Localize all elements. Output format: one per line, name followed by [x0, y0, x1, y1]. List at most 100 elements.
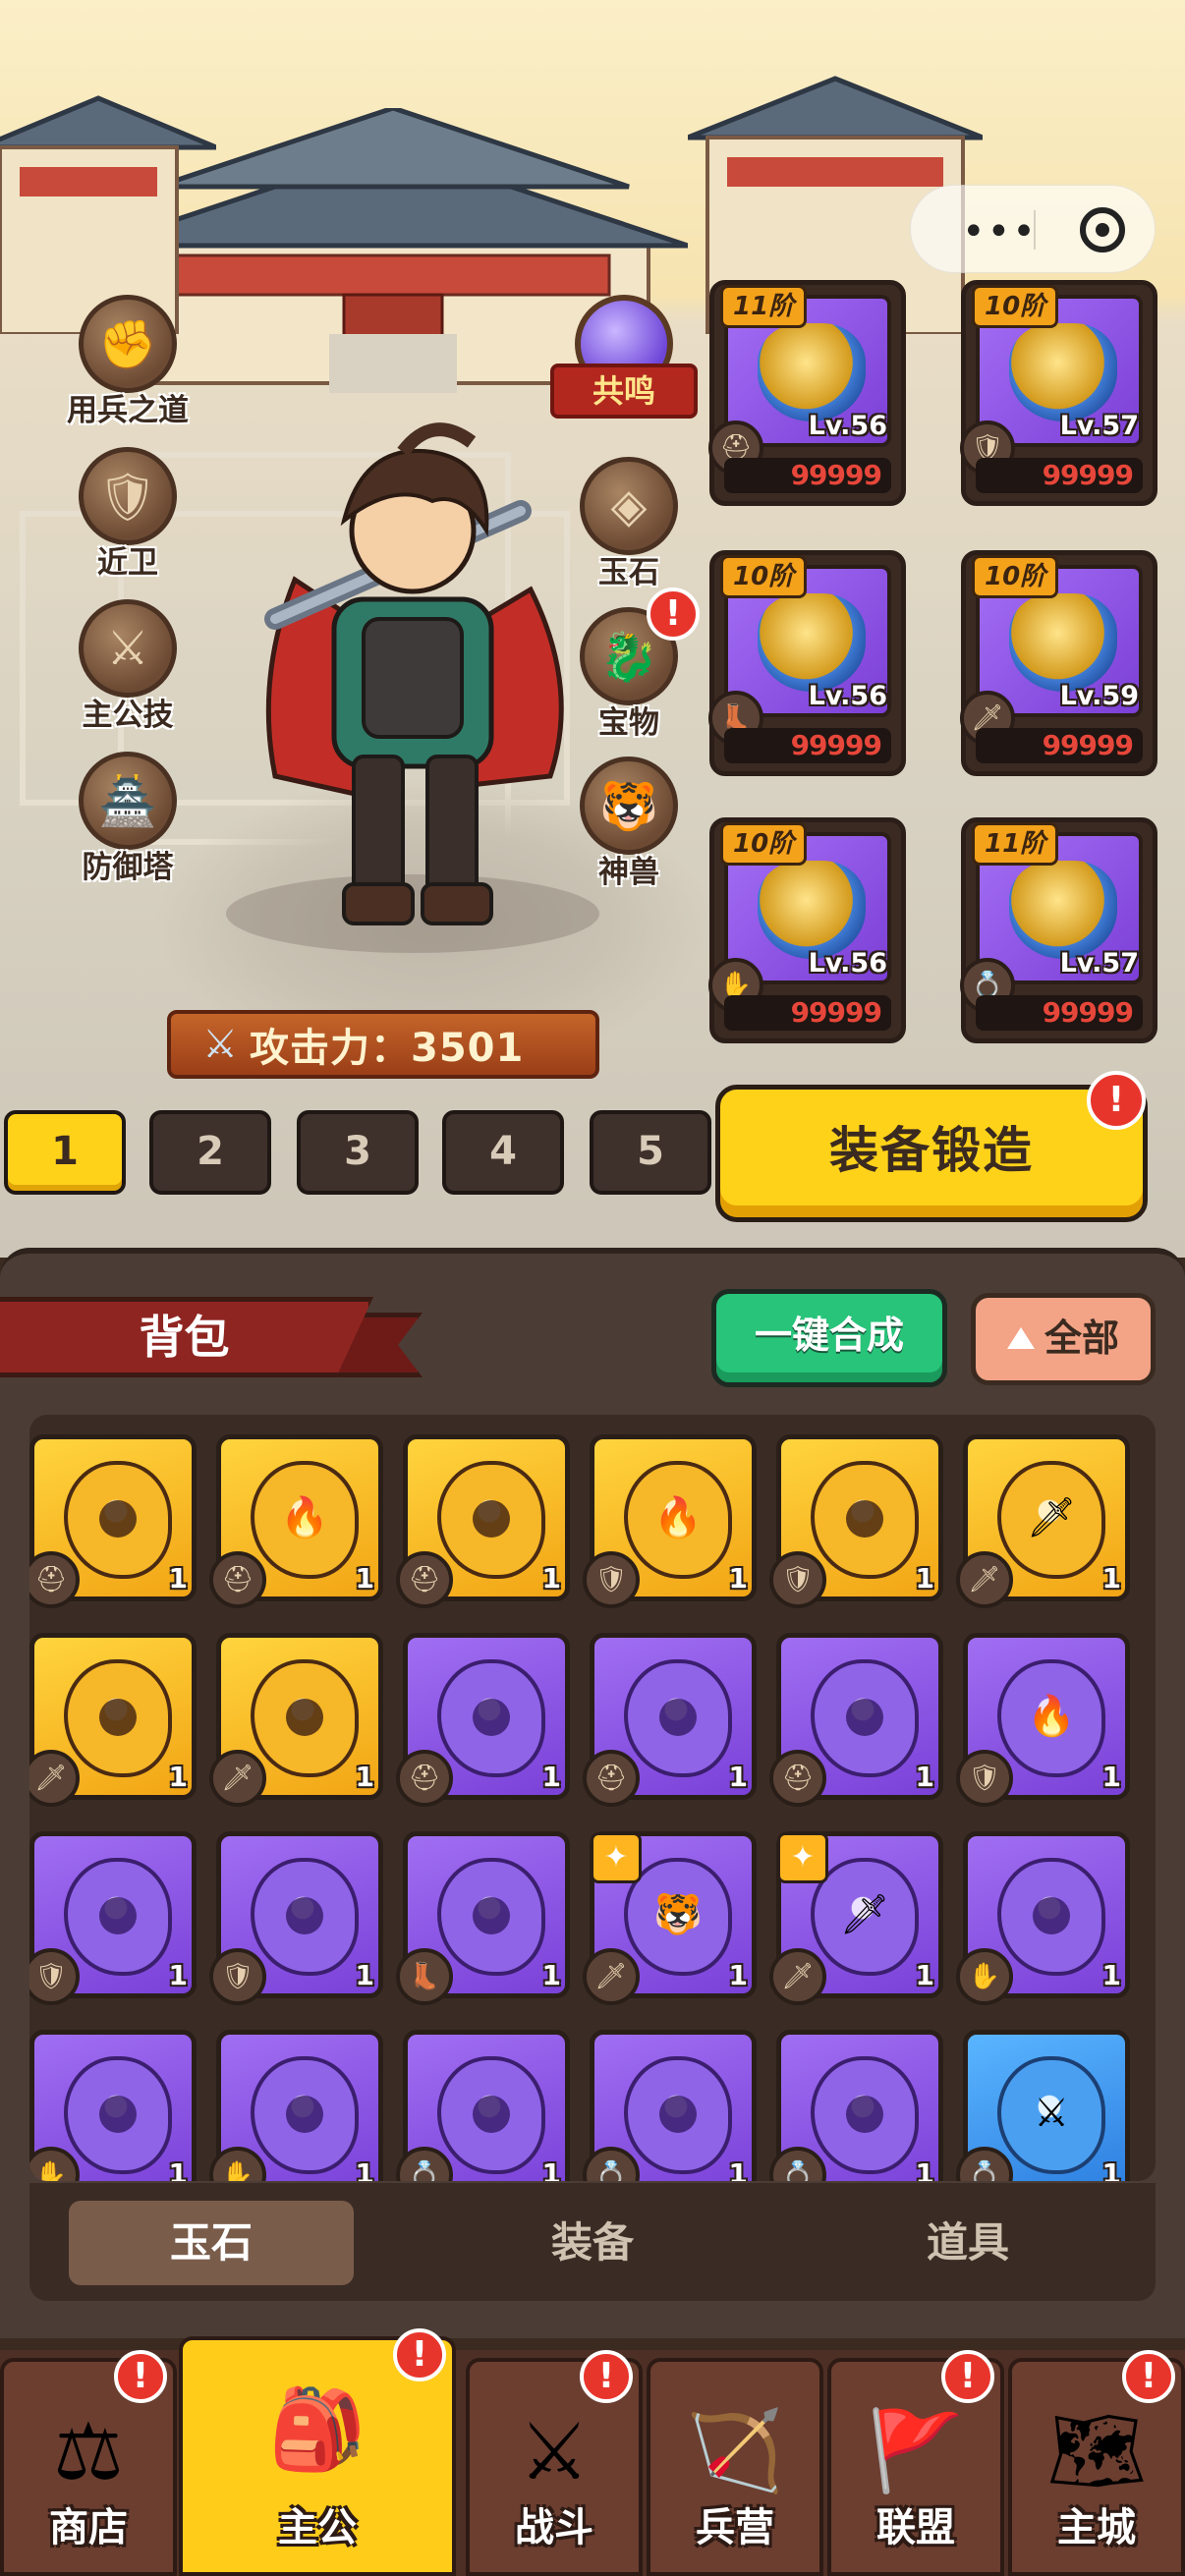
- equipment-slot-helmet[interactable]: 11阶 Lv.56 ⛑ 99999: [708, 280, 906, 506]
- equipment-tier: 11阶: [720, 285, 808, 328]
- tab-equipment[interactable]: 装备: [450, 2201, 735, 2285]
- backpack-item[interactable]: 🗡 🗡 1: [956, 1434, 1130, 1608]
- nav-barracks[interactable]: 🏹 兵营: [647, 2358, 823, 2576]
- side-button-tower[interactable]: 🏯 防御塔: [59, 752, 197, 886]
- equipment-slot-icon: 🛡: [956, 1750, 1013, 1807]
- nav-alliance[interactable]: 🚩 联盟!: [827, 2350, 1004, 2576]
- equipment-tier: 10阶: [972, 555, 1059, 598]
- jade-symbol: 🔥: [280, 1495, 329, 1540]
- backpack-item[interactable]: 🗡 1: [209, 1633, 383, 1807]
- side-button-guard[interactable]: 🛡 近卫: [59, 447, 197, 582]
- loadout-tab-2[interactable]: 2: [149, 1110, 271, 1195]
- backpack-grid[interactable]: ⛑ 1 🔥 ⛑ 1 ⛑ 1 🔥 🛡 1 🛡 1 🗡 🗡 1 🗡 1 🗡 1 ⛑ 1 ⛑ 1 ⛑ 1 🔥 🛡 1 🛡 1 🛡 1 👢 1 🐯 ✦ 🗡 1 🗡 ✦…: [29, 1415, 1156, 2181]
- item-count: 1: [541, 1761, 561, 1793]
- backpack-item[interactable]: ⛑ 1: [396, 1434, 570, 1608]
- triangle-up-icon: [1006, 1327, 1035, 1349]
- loadout-tab-1[interactable]: 1: [4, 1110, 126, 1195]
- nav-battle[interactable]: ⚔ 战斗!: [466, 2350, 643, 2576]
- equipment-score: 99999: [976, 995, 1143, 1031]
- equipment-slot-icon: 🛡: [29, 1948, 80, 2005]
- backpack-item[interactable]: ⛑ 1: [29, 1434, 197, 1608]
- jade-symbol: 🗡: [1026, 1495, 1077, 1540]
- loadout-tab-5[interactable]: 5: [590, 1110, 711, 1195]
- item-count: 1: [541, 1562, 561, 1595]
- equipment-level: Lv.56: [808, 411, 887, 441]
- jade-hole: [659, 1699, 697, 1736]
- backpack-item[interactable]: 🗡 ✦ 🗡 1: [769, 1831, 943, 2005]
- nav-shop[interactable]: ⚖ 商店!: [0, 2350, 177, 2576]
- backpack-item[interactable]: 🛡 1: [769, 1434, 943, 1608]
- equipment-slot-ring[interactable]: 11阶 Lv.57 💍 99999: [960, 817, 1157, 1043]
- nav-lord[interactable]: 🎒 主公!: [179, 2328, 456, 2576]
- side-button-label: 主公技: [82, 698, 174, 733]
- strategy-icon: ✊: [79, 295, 177, 393]
- filter-all-button[interactable]: 全部: [971, 1293, 1156, 1385]
- miniprogram-capsule[interactable]: •••: [910, 185, 1156, 273]
- hero-character[interactable]: [236, 422, 590, 953]
- backpack-item[interactable]: 🔥 ⛑ 1: [209, 1434, 383, 1608]
- item-count: 1: [728, 1959, 748, 1991]
- backpack-item[interactable]: ✋ 1: [209, 2030, 383, 2181]
- equipment-slot-icon: ✋: [956, 1948, 1013, 2005]
- equipment-slot-armor[interactable]: 10阶 Lv.57 🛡 99999: [960, 280, 1157, 506]
- backpack-item[interactable]: ⛑ 1: [396, 1633, 570, 1807]
- backpack-item[interactable]: 🐯 ✦ 🗡 1: [583, 1831, 757, 2005]
- equipment-slot-weapon[interactable]: 10阶 Lv.59 🗡 99999: [960, 550, 1157, 776]
- capsule-divider: [1034, 210, 1036, 250]
- backpack-item[interactable]: 🛡 1: [209, 1831, 383, 2005]
- equipment-slot-icon: 🛡: [583, 1551, 640, 1608]
- equipment-score: 99999: [724, 458, 891, 493]
- backpack-item[interactable]: 💍 1: [396, 2030, 570, 2181]
- jade-hole: [473, 1699, 510, 1736]
- barracks-icon: 🏹: [686, 2405, 784, 2496]
- close-icon[interactable]: [1080, 207, 1125, 252]
- backpack-item[interactable]: ✋ 1: [956, 1831, 1130, 2005]
- backpack-item[interactable]: 🔥 🛡 1: [956, 1633, 1130, 1807]
- filter-label: 全部: [1044, 1316, 1119, 1360]
- jade-hole: [99, 2096, 137, 2133]
- jade-hole: [99, 1897, 137, 1934]
- backpack-item[interactable]: 🛡 1: [29, 1831, 197, 2005]
- loadout-tab-4[interactable]: 4: [442, 1110, 564, 1195]
- equipment-slot-bracer[interactable]: 10阶 Lv.56 ✋ 99999: [708, 817, 906, 1043]
- backpack-item[interactable]: ✋ 1: [29, 2030, 197, 2181]
- backpack-item[interactable]: 💍 1: [769, 2030, 943, 2181]
- equipment-forge-button[interactable]: 装备锻造: [715, 1085, 1148, 1222]
- equipment-level: Lv.56: [808, 681, 887, 711]
- nav-city[interactable]: 🗺 主城!: [1008, 2350, 1185, 2576]
- backpack-subtabs: 玉石 装备 道具: [29, 2183, 1156, 2301]
- equipment-slot-icon: ⛑: [396, 1551, 453, 1608]
- item-count: 1: [1101, 2157, 1121, 2181]
- backpack-item[interactable]: 💍 1: [583, 2030, 757, 2181]
- equipment-slot-icon: 🗡: [29, 1750, 80, 1807]
- equipment-slot-icon: 💍: [396, 2147, 453, 2181]
- equipment-slot-icon: ✋: [29, 2147, 80, 2181]
- equipment-slot-boots[interactable]: 10阶 Lv.56 👢 99999: [708, 550, 906, 776]
- equipment-slot-icon: 👢: [396, 1948, 453, 2005]
- jade-hole: [286, 2096, 323, 2133]
- tab-jade[interactable]: 玉石: [69, 2201, 354, 2285]
- item-count: 1: [1101, 1562, 1121, 1595]
- tab-items[interactable]: 道具: [825, 2201, 1110, 2285]
- side-button-label: 用兵之道: [67, 393, 189, 428]
- equipment-slot-icon: 💍: [769, 2147, 826, 2181]
- equipment-slot-icon: 🗡: [583, 1948, 640, 2005]
- more-icon[interactable]: •••: [962, 209, 1038, 254]
- side-button-label: 近卫: [97, 545, 158, 581]
- item-count: 1: [541, 2157, 561, 2181]
- jade-hole: [286, 1699, 323, 1736]
- backpack-item[interactable]: 🗡 1: [29, 1633, 197, 1807]
- one-click-merge-button[interactable]: 一键合成: [711, 1289, 947, 1387]
- side-button-lord-skill[interactable]: ⚔ 主公技: [59, 599, 197, 734]
- backpack-item[interactable]: 👢 1: [396, 1831, 570, 2005]
- backpack-item[interactable]: ⚔ 💍 1: [956, 2030, 1130, 2181]
- jade-symbol: 🗡: [839, 1892, 890, 1937]
- backpack-item[interactable]: ⛑ 1: [583, 1633, 757, 1807]
- loadout-tab-3[interactable]: 3: [297, 1110, 419, 1195]
- resonance-button[interactable]: 共鸣: [550, 295, 698, 432]
- side-button-strategy[interactable]: ✊ 用兵之道: [59, 295, 197, 429]
- item-count: 1: [355, 1761, 374, 1793]
- backpack-item[interactable]: 🔥 🛡 1: [583, 1434, 757, 1608]
- attack-power-value: 攻击力：3501: [250, 1026, 525, 1071]
- backpack-item[interactable]: ⛑ 1: [769, 1633, 943, 1807]
